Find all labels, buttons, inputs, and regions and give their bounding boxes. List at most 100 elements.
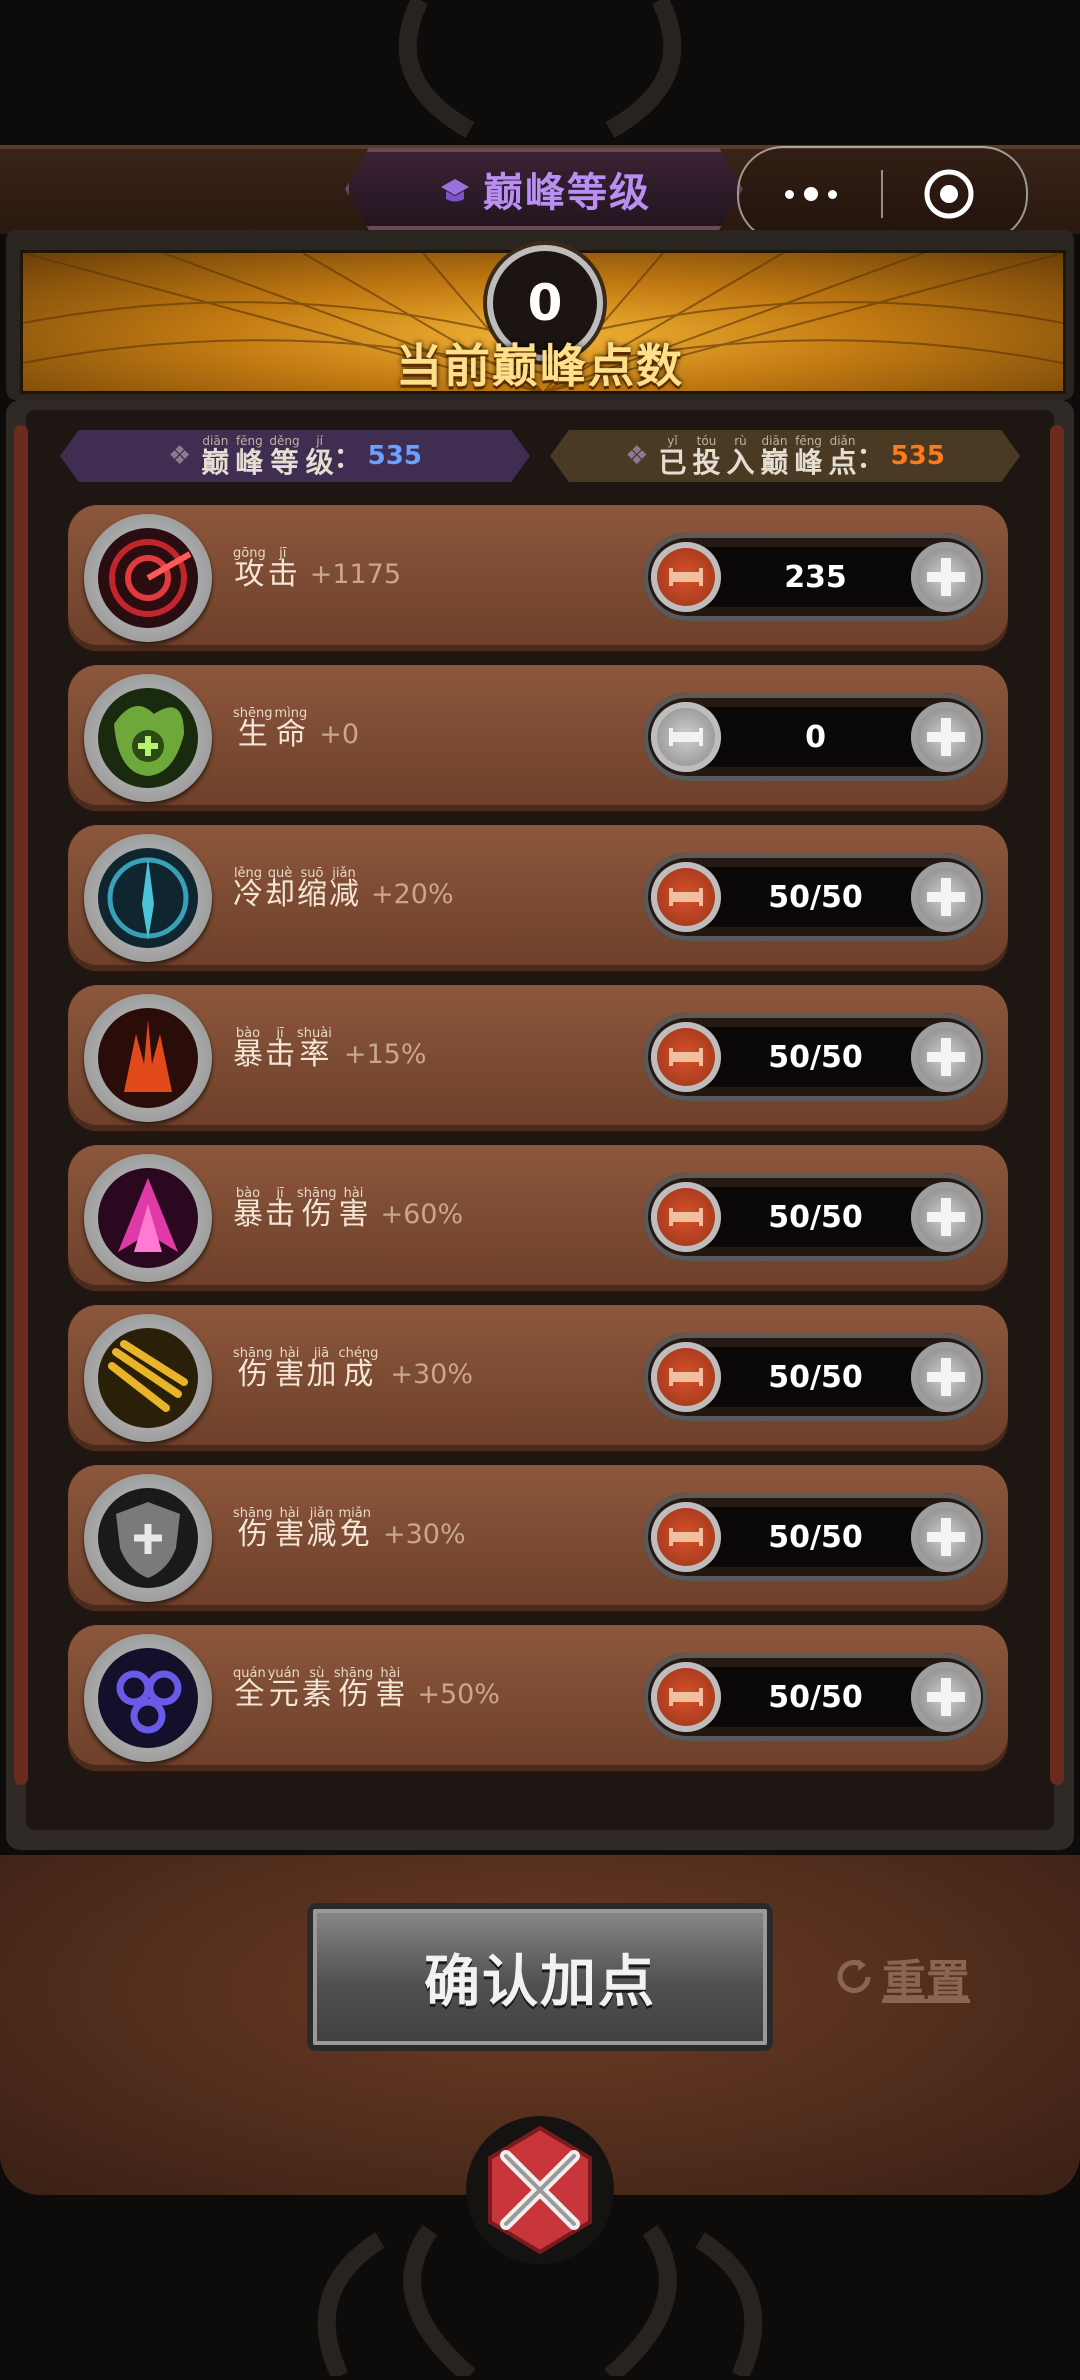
increase-button[interactable]: [911, 1662, 981, 1732]
stat-bonus: +0: [319, 719, 360, 750]
increase-button[interactable]: [911, 1342, 981, 1412]
plus-icon: [927, 1358, 965, 1396]
stat-icon-frame: [84, 1154, 212, 1282]
stat-points-value: 235: [784, 559, 847, 595]
decrease-button[interactable]: [651, 1502, 721, 1572]
ruby-char: mìng 命: [275, 707, 308, 750]
increase-button[interactable]: [911, 542, 981, 612]
stat-row: quán 全 yuán 元 sù 素 shāng 伤 hài 害 +50% 50/50: [68, 1625, 1008, 1771]
ruby-char: shēng 生: [233, 707, 273, 750]
ruby-char: jī 击: [268, 547, 298, 590]
ruby-char: gōng 攻: [233, 547, 266, 590]
invested-points-label: yǐ 已 tóu 投 rù 入 diān 巅 fēng 峰 diǎn 点: [658, 434, 857, 479]
damage-reduction-shield-icon: [98, 1488, 198, 1588]
page-title: 巅峰等级: [483, 170, 651, 216]
stat-name: quán 全 yuán 元 sù 素 shāng 伤 hài 害 +50%: [233, 1667, 500, 1710]
stat-row: shēng 生 mìng 命 +0 0: [68, 665, 1008, 811]
health-heal-icon: [98, 688, 198, 788]
hanzi: 害: [338, 1197, 369, 1232]
hanzi: 击: [267, 557, 298, 592]
ruby-char: tóu 投: [692, 434, 721, 479]
ruby-char: hài 害: [274, 1507, 304, 1550]
ruby-char: rù 入: [726, 434, 754, 478]
stat-icon-frame: [84, 674, 212, 802]
ruby-char: què 却: [265, 867, 295, 910]
stat-icon-frame: [84, 514, 212, 642]
stat-points-value: 50/50: [768, 1519, 863, 1555]
stat-icon-frame: [84, 1474, 212, 1602]
decrease-button[interactable]: [651, 1662, 721, 1732]
hanzi: 等: [270, 445, 299, 479]
stat-stepper: 235: [643, 533, 988, 621]
increase-button[interactable]: [911, 1022, 981, 1092]
reset-button[interactable]: 重置: [832, 1945, 970, 2009]
ruby-char: shāng 伤: [297, 1187, 336, 1230]
minus-icon: [669, 728, 703, 746]
ruby-char: yǐ 已: [658, 434, 686, 478]
hanzi: 伤: [237, 1517, 268, 1552]
hanzi: 冷: [233, 877, 263, 912]
stat-name: shāng 伤 hài 害 jiā 加 chéng 成 +30%: [233, 1347, 473, 1390]
hanzi: 减: [329, 877, 359, 912]
ruby-char: jiǎn 减: [329, 867, 359, 910]
stat-points-value: 50/50: [768, 1039, 863, 1075]
increase-button[interactable]: [911, 702, 981, 772]
decrease-button[interactable]: [651, 862, 721, 932]
elemental-damage-orbs-icon: [98, 1648, 198, 1748]
peak-level-value: 535: [367, 441, 422, 471]
confirm-allocation-button[interactable]: 确认加点: [307, 1903, 773, 2051]
decrease-button[interactable]: [651, 1342, 721, 1412]
stat-stepper: 50/50: [643, 853, 988, 941]
hanzi: 攻: [234, 557, 265, 592]
hanzi: 减: [306, 1517, 337, 1552]
hanzi: 暴: [233, 1037, 263, 1072]
stat-bonus: +50%: [417, 1679, 500, 1710]
decrease-button[interactable]: [651, 1022, 721, 1092]
stat-bonus: +30%: [390, 1359, 474, 1390]
stat-name: bào 暴 jī 击 shāng 伤 hài 害 +60%: [233, 1187, 463, 1230]
increase-button[interactable]: [911, 1502, 981, 1572]
stat-stepper: 50/50: [643, 1653, 988, 1741]
minus-icon: [669, 1368, 703, 1386]
right-rail: [1050, 425, 1064, 1785]
stat-name: bào 暴 jī 击 shuài 率 +15%: [233, 1027, 426, 1070]
left-rail: [14, 425, 28, 1785]
stat-stepper: 50/50: [643, 1493, 988, 1581]
ruby-char: jiǎn 减: [306, 1507, 336, 1550]
hanzi: 却: [265, 877, 295, 912]
increase-button[interactable]: [911, 862, 981, 932]
hanzi: 点: [828, 445, 857, 479]
plus-icon: [927, 558, 965, 596]
more-dots-icon[interactable]: [769, 174, 853, 214]
crit-rate-flame-icon: [98, 1008, 198, 1108]
stat-stepper: 50/50: [643, 1173, 988, 1261]
stat-name: gōng 攻 jī 击 +1175: [233, 547, 401, 590]
stat-name: shēng 生 mìng 命 +0: [233, 707, 359, 750]
stat-stepper: 50/50: [643, 1013, 988, 1101]
hanzi: 击: [265, 1037, 295, 1072]
stat-points-value: 0: [805, 719, 826, 755]
crossed-swords-close-icon[interactable]: [460, 2110, 620, 2270]
minus-icon: [669, 568, 703, 586]
ruby-char: diān 巅: [201, 434, 230, 479]
decrease-button[interactable]: [651, 542, 721, 612]
ruby-char: shuài 率: [297, 1027, 332, 1070]
decrease-button[interactable]: [651, 702, 721, 772]
target-close-icon[interactable]: [921, 166, 977, 222]
stat-row: lěng 冷 què 却 suō 缩 jiǎn 减 +20% 50/50: [68, 825, 1008, 971]
minus-icon: [669, 1688, 703, 1706]
mini-program-capsule: [737, 146, 1028, 242]
hanzi: 命: [275, 717, 306, 752]
hanzi: 成: [343, 1357, 374, 1392]
peak-level-info: ❖ diān 巅 fēng 峰 děng 等 jí 级 ： 535: [60, 430, 530, 482]
diamond-icon: ❖: [168, 441, 192, 471]
ruby-char: děng 等: [269, 434, 299, 479]
hanzi: 加: [306, 1357, 337, 1392]
refresh-icon: [837, 1959, 871, 1993]
hanzi: 投: [692, 445, 721, 479]
decrease-button[interactable]: [651, 1182, 721, 1252]
stat-row: gōng 攻 jī 击 +1175 235: [68, 505, 1008, 651]
stat-points-value: 50/50: [768, 1679, 863, 1715]
hanzi: 巅: [201, 445, 230, 479]
increase-button[interactable]: [911, 1182, 981, 1252]
